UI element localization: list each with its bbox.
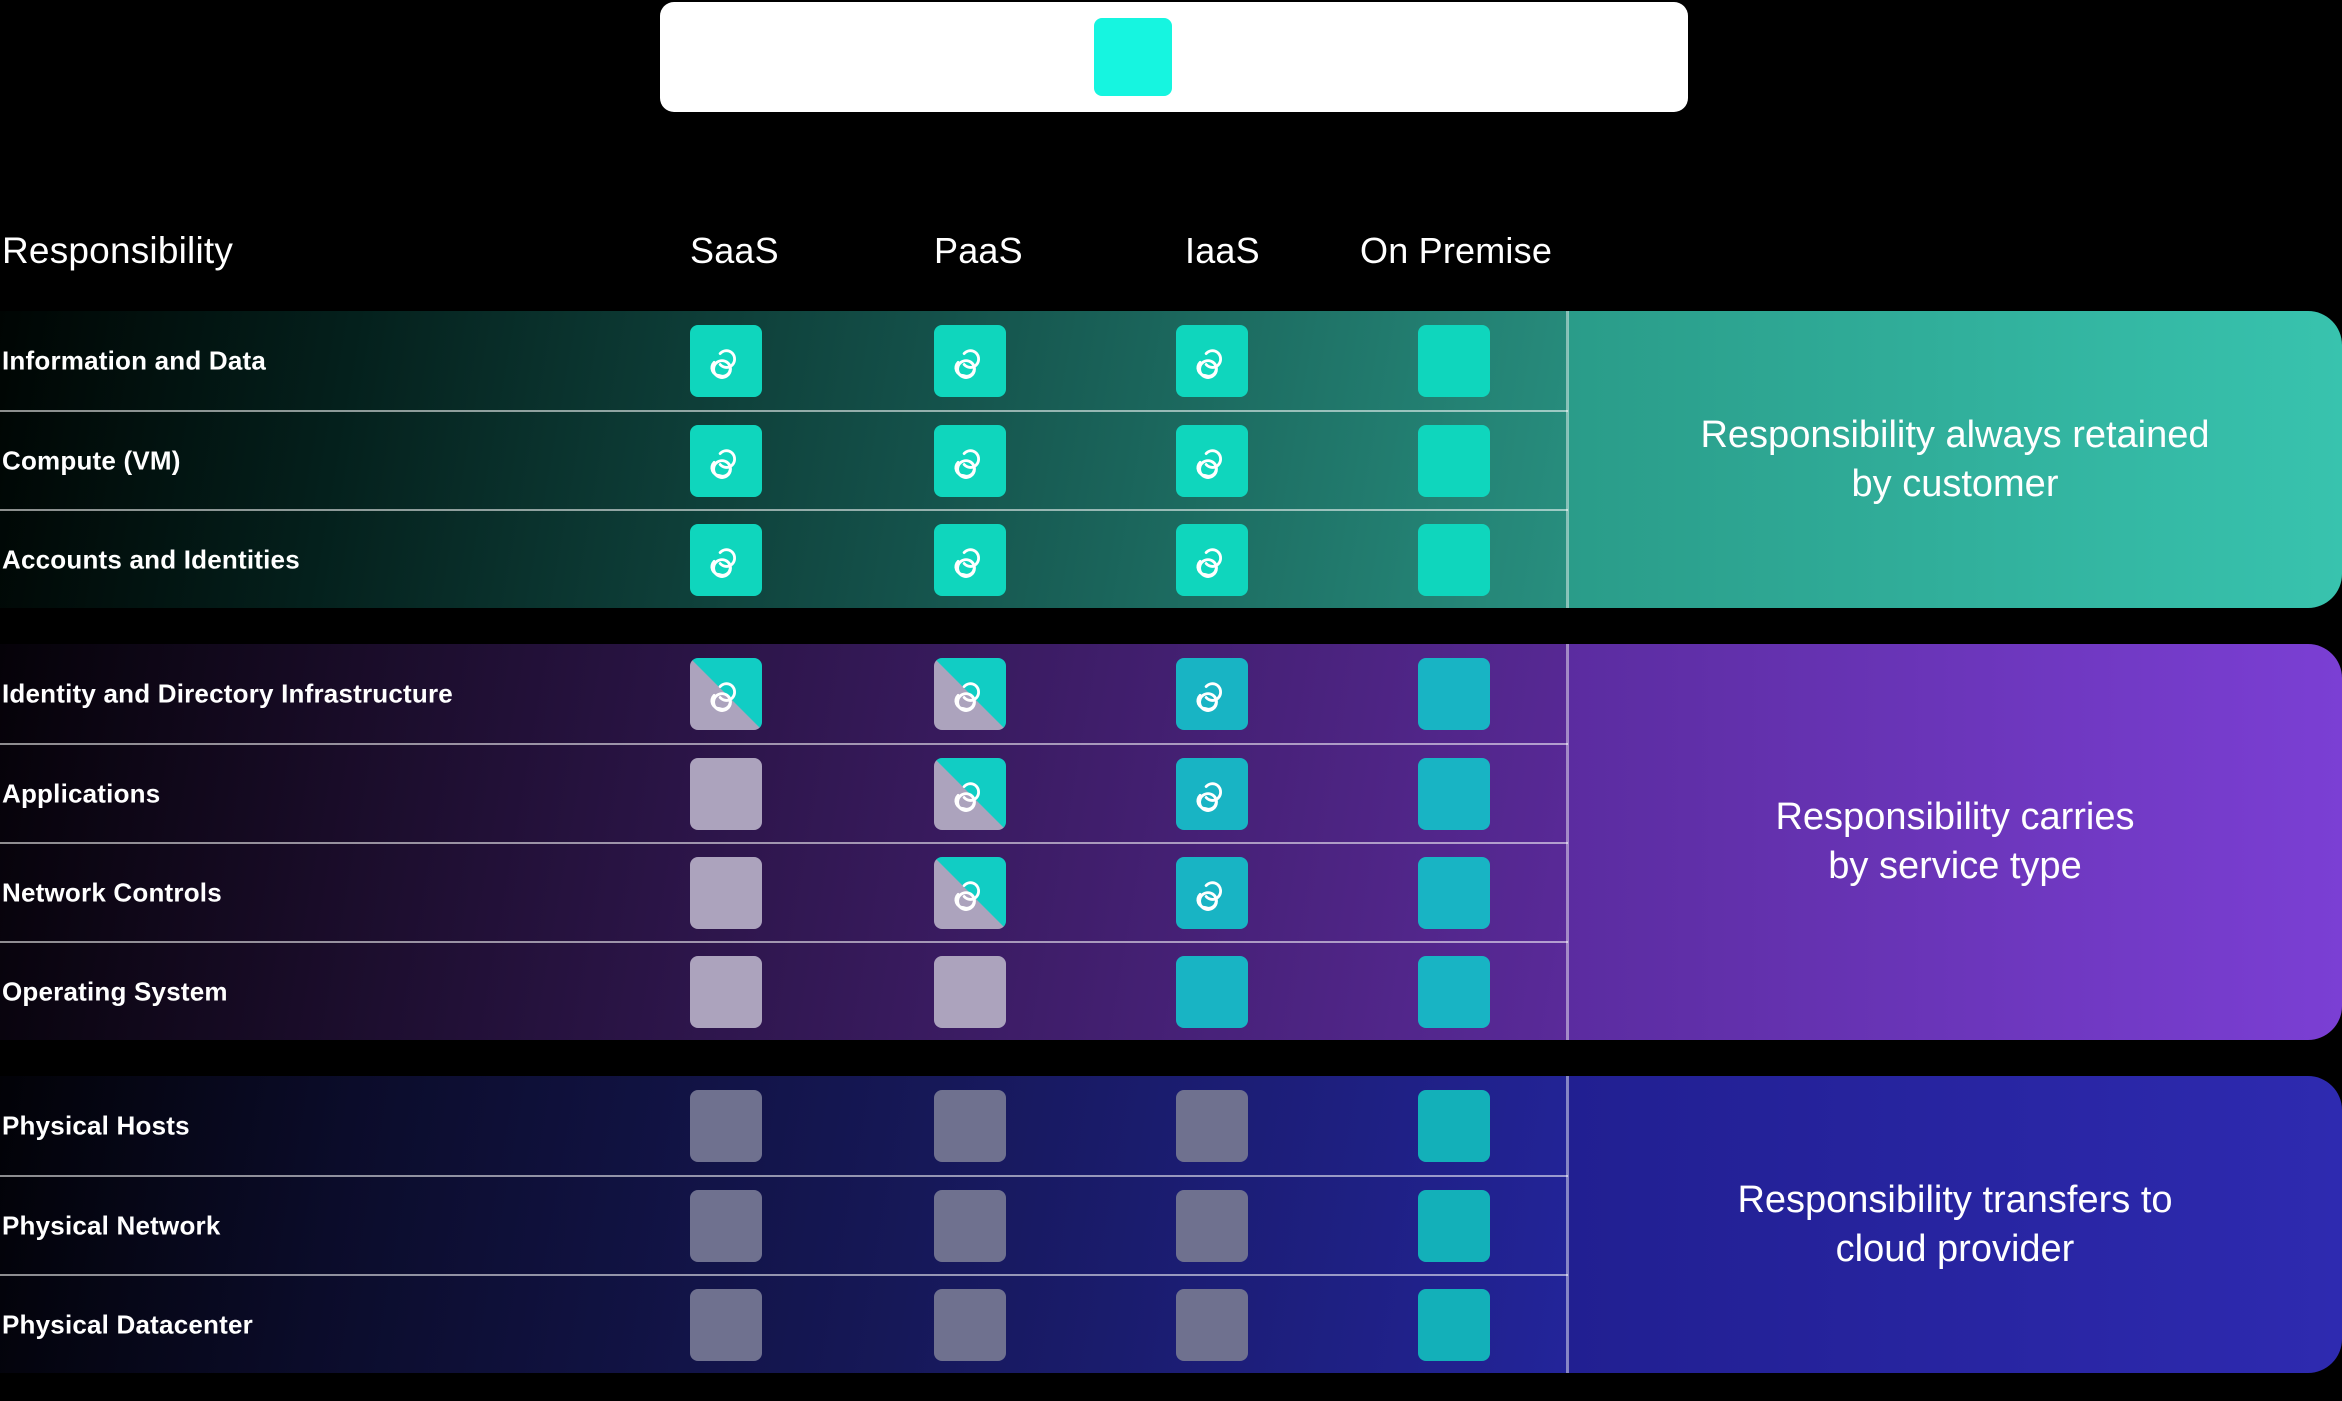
column-header-responsibility: Responsibility — [2, 230, 234, 271]
cell-on-premise-full[interactable] — [1418, 424, 1490, 497]
table-row[interactable]: Network Controls — [0, 842, 1568, 941]
section-always-retained: Information and Data Compute (VM) Accoun… — [0, 311, 2342, 608]
cell-paas-icon-split[interactable] — [934, 757, 1006, 830]
table-row[interactable]: Applications — [0, 743, 1568, 842]
cell-iaas-empty[interactable] — [1176, 1089, 1248, 1162]
interlocking-loops-icon — [945, 535, 995, 585]
cell-paas-empty[interactable] — [934, 1288, 1006, 1361]
panel-divider — [1566, 311, 1569, 608]
cell-paas-icon-split[interactable] — [934, 856, 1006, 929]
table-row[interactable]: Physical Network — [0, 1175, 1568, 1274]
column-header-saas: SaaS — [690, 230, 779, 271]
interlocking-loops-icon — [701, 336, 751, 386]
row-label: Operating System — [2, 976, 228, 1006]
table-row[interactable]: Physical Hosts — [0, 1076, 1568, 1175]
section-panel-text: Responsibility carries by service type — [1775, 796, 2135, 887]
cell-paas-empty[interactable] — [934, 955, 1006, 1028]
interlocking-loops-icon — [1187, 436, 1237, 486]
row-label: Physical Network — [2, 1210, 221, 1240]
cell-iaas-empty[interactable] — [1176, 1288, 1248, 1361]
cell-paas-icon-split[interactable] — [934, 657, 1006, 730]
column-header-iaas: IaaS — [1185, 230, 1260, 271]
section-rows: Identity and Directory Infrastructure Ap… — [0, 644, 1568, 1040]
cell-paas-icon-full[interactable] — [934, 324, 1006, 397]
column-header-on-premise: On Premise — [1360, 230, 1553, 271]
cell-iaas-full[interactable] — [1176, 955, 1248, 1028]
column-header-paas: PaaS — [934, 230, 1023, 271]
cell-paas-icon-full[interactable] — [934, 523, 1006, 596]
cell-saas-icon-full[interactable] — [690, 424, 762, 497]
cell-iaas-icon-full[interactable] — [1176, 856, 1248, 929]
cell-paas-empty[interactable] — [934, 1089, 1006, 1162]
row-label: Identity and Directory Infrastructure — [2, 678, 453, 708]
section-panel-text: Responsibility transfers to cloud provid… — [1737, 1178, 2173, 1270]
cell-paas-icon-full[interactable] — [934, 424, 1006, 497]
interlocking-loops-icon — [701, 436, 751, 486]
table-row[interactable]: Identity and Directory Infrastructure — [0, 644, 1568, 743]
cell-iaas-icon-full[interactable] — [1176, 657, 1248, 730]
cell-saas-icon-full[interactable] — [690, 523, 762, 596]
cell-on-premise-full[interactable] — [1418, 757, 1490, 830]
table-row[interactable]: Information and Data — [0, 311, 1568, 410]
table-row[interactable]: Compute (VM) — [0, 410, 1568, 509]
table-row[interactable]: Operating System — [0, 941, 1568, 1040]
interlocking-loops-icon — [945, 868, 995, 918]
interlocking-loops-icon — [701, 535, 751, 585]
interlocking-loops-icon — [1187, 769, 1237, 819]
cell-iaas-icon-full[interactable] — [1176, 324, 1248, 397]
section-rows: Physical Hosts Physical Network Physical D… — [0, 1076, 1568, 1373]
cell-on-premise-full[interactable] — [1418, 1089, 1490, 1162]
cell-paas-empty[interactable] — [934, 1189, 1006, 1262]
interlocking-loops-icon — [1187, 669, 1237, 719]
cell-iaas-icon-full[interactable] — [1176, 757, 1248, 830]
section-panel-transfers-to-cloud-provider: Responsibility transfers to cloud provid… — [1568, 1076, 2342, 1373]
section-carries-by-service-type: Identity and Directory Infrastructure Ap… — [0, 644, 2342, 1040]
row-label: Information and Data — [2, 345, 267, 375]
interlocking-loops-icon — [1187, 868, 1237, 918]
cell-on-premise-full[interactable] — [1418, 324, 1490, 397]
cell-saas-empty[interactable] — [690, 955, 762, 1028]
row-label: Network Controls — [2, 877, 222, 907]
cell-on-premise-full[interactable] — [1418, 523, 1490, 596]
cell-iaas-icon-full[interactable] — [1176, 424, 1248, 497]
row-label: Physical Datacenter — [2, 1309, 253, 1339]
interlocking-loops-icon — [701, 669, 751, 719]
cell-iaas-icon-full[interactable] — [1176, 523, 1248, 596]
interlocking-loops-icon — [1187, 535, 1237, 585]
logo-card — [660, 2, 1688, 112]
row-label: Physical Hosts — [2, 1110, 190, 1140]
shared-responsibility-diagram: Responsibility SaaS PaaS IaaS On Premise Inf… — [0, 0, 2342, 1401]
panel-divider — [1566, 644, 1569, 1040]
brand-square-icon — [1094, 18, 1172, 96]
cell-saas-empty[interactable] — [690, 856, 762, 929]
cell-saas-empty[interactable] — [690, 1189, 762, 1262]
cell-on-premise-full[interactable] — [1418, 955, 1490, 1028]
section-panel-carries-by-service-type: Responsibility carries by service type — [1568, 644, 2342, 1040]
interlocking-loops-icon — [945, 769, 995, 819]
panel-divider — [1566, 1076, 1569, 1373]
interlocking-loops-icon — [945, 436, 995, 486]
table-row[interactable]: Accounts and Identities — [0, 509, 1568, 608]
cell-saas-empty[interactable] — [690, 1288, 762, 1361]
interlocking-loops-icon — [945, 669, 995, 719]
cell-saas-icon-full[interactable] — [690, 324, 762, 397]
interlocking-loops-icon — [1187, 336, 1237, 386]
cell-on-premise-full[interactable] — [1418, 1288, 1490, 1361]
cell-iaas-empty[interactable] — [1176, 1189, 1248, 1262]
section-panel-always-retained: Responsibility always retained by custom… — [1568, 311, 2342, 608]
cell-saas-icon-split[interactable] — [690, 657, 762, 730]
section-transfers-to-cloud-provider: Physical Hosts Physical Network Physical D… — [0, 1076, 2342, 1373]
row-label: Applications — [2, 778, 161, 808]
row-label: Compute (VM) — [2, 445, 181, 475]
cell-on-premise-full[interactable] — [1418, 856, 1490, 929]
interlocking-loops-icon — [945, 336, 995, 386]
row-label: Accounts and Identities — [2, 544, 300, 574]
cell-saas-empty[interactable] — [690, 757, 762, 830]
cell-saas-empty[interactable] — [690, 1089, 762, 1162]
cell-on-premise-full[interactable] — [1418, 1189, 1490, 1262]
table-row[interactable]: Physical Datacenter — [0, 1274, 1568, 1373]
cell-on-premise-full[interactable] — [1418, 657, 1490, 730]
section-rows: Information and Data Compute (VM) Accoun… — [0, 311, 1568, 608]
section-panel-text: Responsibility always retained by custom… — [1700, 413, 2210, 505]
